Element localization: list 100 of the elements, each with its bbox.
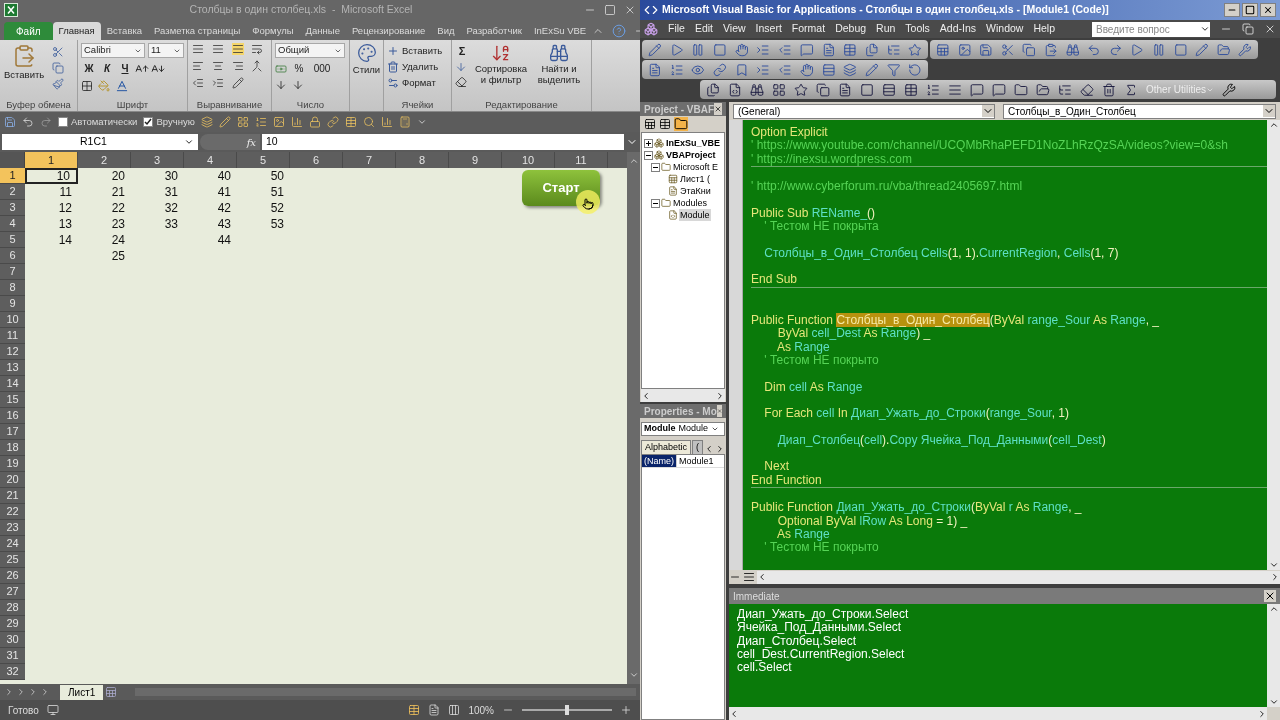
row-header[interactable]: 13 xyxy=(0,360,25,376)
menu-item[interactable]: View xyxy=(723,21,746,37)
row-header[interactable]: 22 xyxy=(0,504,25,520)
column-header[interactable]: 3 xyxy=(131,152,184,168)
object-dropdown[interactable]: (General) xyxy=(733,103,995,119)
format-button[interactable]: К xyxy=(99,61,115,76)
format-button[interactable]: 000 xyxy=(311,61,333,76)
tree-item[interactable]: VBAProject xyxy=(665,149,717,161)
row-header[interactable]: 24 xyxy=(0,536,25,552)
row-header[interactable]: 4 xyxy=(0,216,25,232)
row-header[interactable]: 17 xyxy=(0,424,25,440)
menu-item[interactable]: Format xyxy=(791,21,826,37)
object-dropdown[interactable]: Module Module xyxy=(641,422,725,436)
row-header[interactable]: 14 xyxy=(0,376,25,392)
search-field[interactable]: Введите вопрос xyxy=(1092,21,1210,37)
column-header[interactable]: 11 xyxy=(555,152,608,168)
tree-item[interactable]: Microsoft E xyxy=(672,161,719,173)
menu-item[interactable]: Help xyxy=(1033,21,1055,37)
row-header[interactable]: 1 xyxy=(0,168,25,184)
styles-button[interactable]: Стили xyxy=(352,43,381,78)
row-header[interactable]: 8 xyxy=(0,280,25,296)
column-header[interactable]: 6 xyxy=(290,152,343,168)
row-header[interactable]: 21 xyxy=(0,488,25,504)
ribbon-tab[interactable]: Формулы xyxy=(246,22,300,40)
row-header[interactable]: 2 xyxy=(0,184,25,200)
properties-tab[interactable]: ( xyxy=(692,440,704,454)
sort-filter-button[interactable]: Сортировка и фильтр xyxy=(473,43,529,88)
delete-cells-button[interactable]: Удалить xyxy=(387,59,448,75)
column-header[interactable]: 2 xyxy=(78,152,131,168)
dropdown[interactable]: 11 xyxy=(148,43,184,58)
row-header[interactable]: 25 xyxy=(0,552,25,568)
ribbon-tab[interactable]: InExSu VBE xyxy=(527,22,593,40)
row-header[interactable]: 19 xyxy=(0,456,25,472)
ribbon-tab[interactable]: Вид xyxy=(431,22,461,40)
procedure-dropdown[interactable]: Столбцы_в_Один_Столбец xyxy=(1003,103,1276,119)
paste-button[interactable]: Вставить xyxy=(4,44,45,83)
tree-item[interactable]: Modules xyxy=(672,197,709,209)
menu-item[interactable]: Tools xyxy=(905,21,930,37)
row-header[interactable]: 26 xyxy=(0,568,25,584)
column-header[interactable]: 1 xyxy=(25,152,78,168)
menu-item[interactable]: File xyxy=(668,21,685,37)
ribbon-tab[interactable]: Вставка xyxy=(100,22,149,40)
file-tab[interactable]: Файл xyxy=(4,22,53,40)
ribbon-tab[interactable]: Разработчик xyxy=(460,22,528,40)
dropdown[interactable]: Общий xyxy=(275,43,345,58)
find-select-button[interactable]: Найти и выделить xyxy=(533,43,585,88)
row-header[interactable]: 16 xyxy=(0,408,25,424)
name-box[interactable]: R1C1 xyxy=(2,134,198,150)
menu-item[interactable]: Add-Ins xyxy=(939,21,977,37)
row-header[interactable]: 10 xyxy=(0,312,25,328)
row-header[interactable]: 5 xyxy=(0,232,25,248)
column-header[interactable]: 8 xyxy=(396,152,449,168)
row-header[interactable]: 23 xyxy=(0,520,25,536)
row-header[interactable]: 29 xyxy=(0,616,25,632)
row-header[interactable]: 18 xyxy=(0,440,25,456)
row-header[interactable]: 9 xyxy=(0,296,25,312)
row-header[interactable]: 28 xyxy=(0,600,25,616)
tree-item[interactable]: Module xyxy=(679,209,711,221)
menu-item[interactable]: Window xyxy=(986,21,1024,37)
column-header[interactable]: 5 xyxy=(237,152,290,168)
ribbon-tab[interactable]: Данные xyxy=(299,22,346,40)
menu-item[interactable]: Edit xyxy=(694,21,713,37)
formula-input[interactable]: 10 xyxy=(262,134,624,150)
menu-item[interactable]: Debug xyxy=(835,21,867,37)
dropdown[interactable]: Calibri xyxy=(81,43,145,58)
ribbon-tab[interactable]: Рецензирование xyxy=(345,22,432,40)
menu-item[interactable]: Insert xyxy=(755,21,782,37)
properties-tab[interactable]: Alphabetic xyxy=(641,440,692,454)
tree-item[interactable]: InExSu_VBE xyxy=(665,137,722,149)
row-header[interactable]: 6 xyxy=(0,248,25,264)
tree-item[interactable]: Лист1 ( xyxy=(679,173,712,185)
format-button[interactable]: % xyxy=(291,61,307,76)
property-name[interactable]: (Name) xyxy=(642,455,676,467)
ribbon-tab[interactable]: Разметка страницы xyxy=(148,22,247,40)
row-header[interactable]: 32 xyxy=(0,664,25,680)
row-header[interactable]: 15 xyxy=(0,392,25,408)
autosum-button[interactable]: Σ xyxy=(455,43,469,58)
row-header[interactable]: 7 xyxy=(0,264,25,280)
menu-item[interactable]: Run xyxy=(876,21,896,37)
zoom-level[interactable]: 100% xyxy=(468,702,494,718)
column-header[interactable]: 7 xyxy=(343,152,396,168)
ribbon-tab[interactable]: Главная xyxy=(52,22,101,40)
row-header[interactable]: 3 xyxy=(0,200,25,216)
immediate-editor[interactable]: Диап_Ужать_до_Строки.Select Ячейка_Под_Данными.Select Диап_Столбец.Select cell_Dest.CurrentRegion.Select cell.Select xyxy=(729,604,1267,707)
column-header[interactable]: 10 xyxy=(502,152,555,168)
format-button[interactable]: Ж xyxy=(81,61,97,76)
row-header[interactable]: 27 xyxy=(0,584,25,600)
row-header[interactable]: 30 xyxy=(0,632,25,648)
property-value[interactable]: Module1 xyxy=(676,455,716,467)
tree-item[interactable]: ЭтаКни xyxy=(679,185,712,197)
column-header[interactable]: 4 xyxy=(184,152,237,168)
format-button[interactable]: Ч xyxy=(117,61,133,76)
insert-cells-button[interactable]: Вставить xyxy=(387,43,448,59)
start-button[interactable]: Старт xyxy=(522,170,600,206)
row-header[interactable]: 12 xyxy=(0,344,25,360)
column-header[interactable]: 9 xyxy=(449,152,502,168)
row-header[interactable]: 31 xyxy=(0,648,25,664)
row-header[interactable]: 20 xyxy=(0,472,25,488)
function-icon[interactable]: fx xyxy=(246,134,256,150)
row-header[interactable]: 11 xyxy=(0,328,25,344)
